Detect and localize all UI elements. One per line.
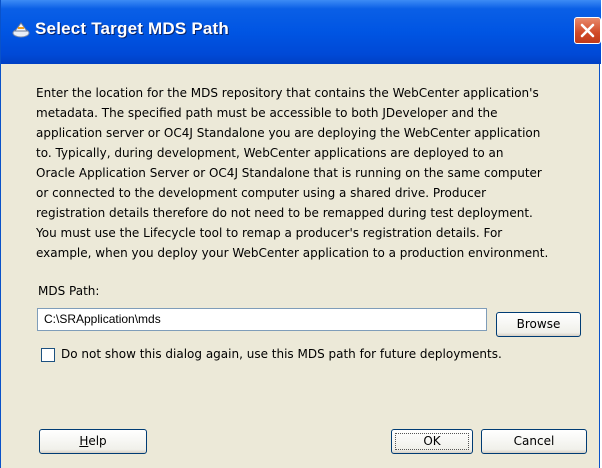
title-bar[interactable]: Select Target MDS Path bbox=[1, 0, 601, 64]
description-text: Enter the location for the MDS repositor… bbox=[36, 83, 588, 263]
browse-button[interactable]: Browse bbox=[496, 312, 581, 337]
mds-path-label: MDS Path: bbox=[38, 284, 100, 298]
close-icon bbox=[580, 23, 595, 38]
deploy-icon bbox=[11, 20, 31, 40]
description-line: metadata. The specified path must be acc… bbox=[36, 106, 498, 120]
window-title: Select Target MDS Path bbox=[35, 19, 229, 38]
do-not-show-checkbox-label: Do not show this dialog again, use this … bbox=[61, 347, 502, 361]
description-line: example, when you deploy your WebCenter … bbox=[36, 246, 549, 260]
description-line: registration details therefore do not ne… bbox=[36, 206, 533, 220]
mds-path-input[interactable]: C:\SRApplication\mds bbox=[37, 308, 487, 331]
ok-button[interactable]: OK bbox=[391, 429, 473, 454]
description-line: Enter the location for the MDS repositor… bbox=[36, 86, 539, 100]
description-line: Oracle Application Server or OC4J Standa… bbox=[36, 166, 542, 180]
description-line: or connected to the development computer… bbox=[36, 186, 487, 200]
description-line: application server or OC4J Standalone yo… bbox=[36, 126, 541, 140]
description-line: to. Typically, during development, WebCe… bbox=[36, 146, 504, 160]
help-mnemonic: H bbox=[79, 434, 89, 448]
description-line: You must use the Lifecycle tool to remap… bbox=[36, 226, 503, 240]
select-target-mds-path-dialog: Select Target MDS Path Enter the locatio… bbox=[0, 0, 601, 468]
close-button[interactable] bbox=[574, 17, 601, 44]
focus-ring bbox=[395, 433, 469, 450]
help-label-rest: elp bbox=[88, 434, 107, 448]
cancel-button[interactable]: Cancel bbox=[481, 429, 587, 454]
help-button[interactable]: Help bbox=[39, 429, 147, 454]
do-not-show-checkbox[interactable] bbox=[41, 348, 55, 362]
